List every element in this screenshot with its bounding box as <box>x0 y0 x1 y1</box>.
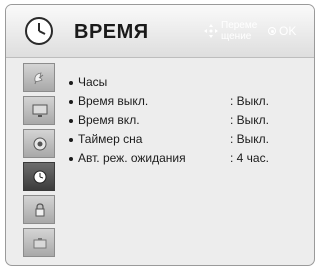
sidebar-item-lock[interactable] <box>23 195 55 224</box>
page-title: ВРЕМЯ <box>74 21 149 43</box>
bullet <box>69 119 73 123</box>
bullet <box>69 100 73 104</box>
hint-move-label: Переме щение <box>221 20 258 42</box>
sidebar-item-channels[interactable] <box>23 63 55 92</box>
navigation-hint: Переме щение OK <box>204 18 312 46</box>
bullet <box>69 157 73 161</box>
options-icon <box>33 238 47 249</box>
menu-item-value: : Выкл. <box>230 132 270 146</box>
menu-item-sleep-timer[interactable]: Таймер сна : Выкл. <box>68 132 308 150</box>
sidebar-item-audio[interactable] <box>23 129 55 158</box>
audio-icon <box>33 137 47 151</box>
menu-item-on-time[interactable]: Время вкл. : Выкл. <box>68 113 308 131</box>
menu-item-label: Время вкл. <box>78 113 140 127</box>
monitor-icon <box>32 104 48 117</box>
menu-item-label: Часы <box>78 75 108 89</box>
settings-osd-panel: ВРЕМЯ Переме щение OK Часы Время выкл.:… <box>5 4 315 266</box>
menu-item-value: : 4 час. <box>230 151 269 165</box>
satellite-dish-icon <box>34 72 44 85</box>
sidebar-item-time[interactable] <box>23 162 55 191</box>
hint-ok-label: OK <box>279 24 297 38</box>
ok-button-icon <box>268 27 276 35</box>
sidebar-item-picture[interactable] <box>23 96 55 125</box>
menu-item-value: : Выкл. <box>230 113 270 127</box>
dpad-arrows-icon <box>204 24 218 38</box>
menu-item-label: Таймер сна <box>78 132 143 146</box>
lock-icon <box>35 203 45 217</box>
bullet <box>69 81 73 85</box>
menu-item-label: Авт. реж. ожидания <box>78 151 186 165</box>
clock-icon <box>25 17 53 45</box>
menu-item-auto-standby[interactable]: Авт. реж. ожидания : 4 час. <box>68 151 308 169</box>
bullet <box>69 138 73 142</box>
menu-item-off-time[interactable]: Время выкл. : Выкл. <box>68 94 308 112</box>
sidebar-item-options[interactable] <box>23 228 55 257</box>
clock-icon <box>33 170 47 184</box>
menu-header: ВРЕМЯ Переме щение OK <box>6 5 314 58</box>
menu-item-clock[interactable]: Часы <box>68 75 308 93</box>
menu-item-label: Время выкл. <box>78 94 149 108</box>
menu-item-value: : Выкл. <box>230 94 270 108</box>
